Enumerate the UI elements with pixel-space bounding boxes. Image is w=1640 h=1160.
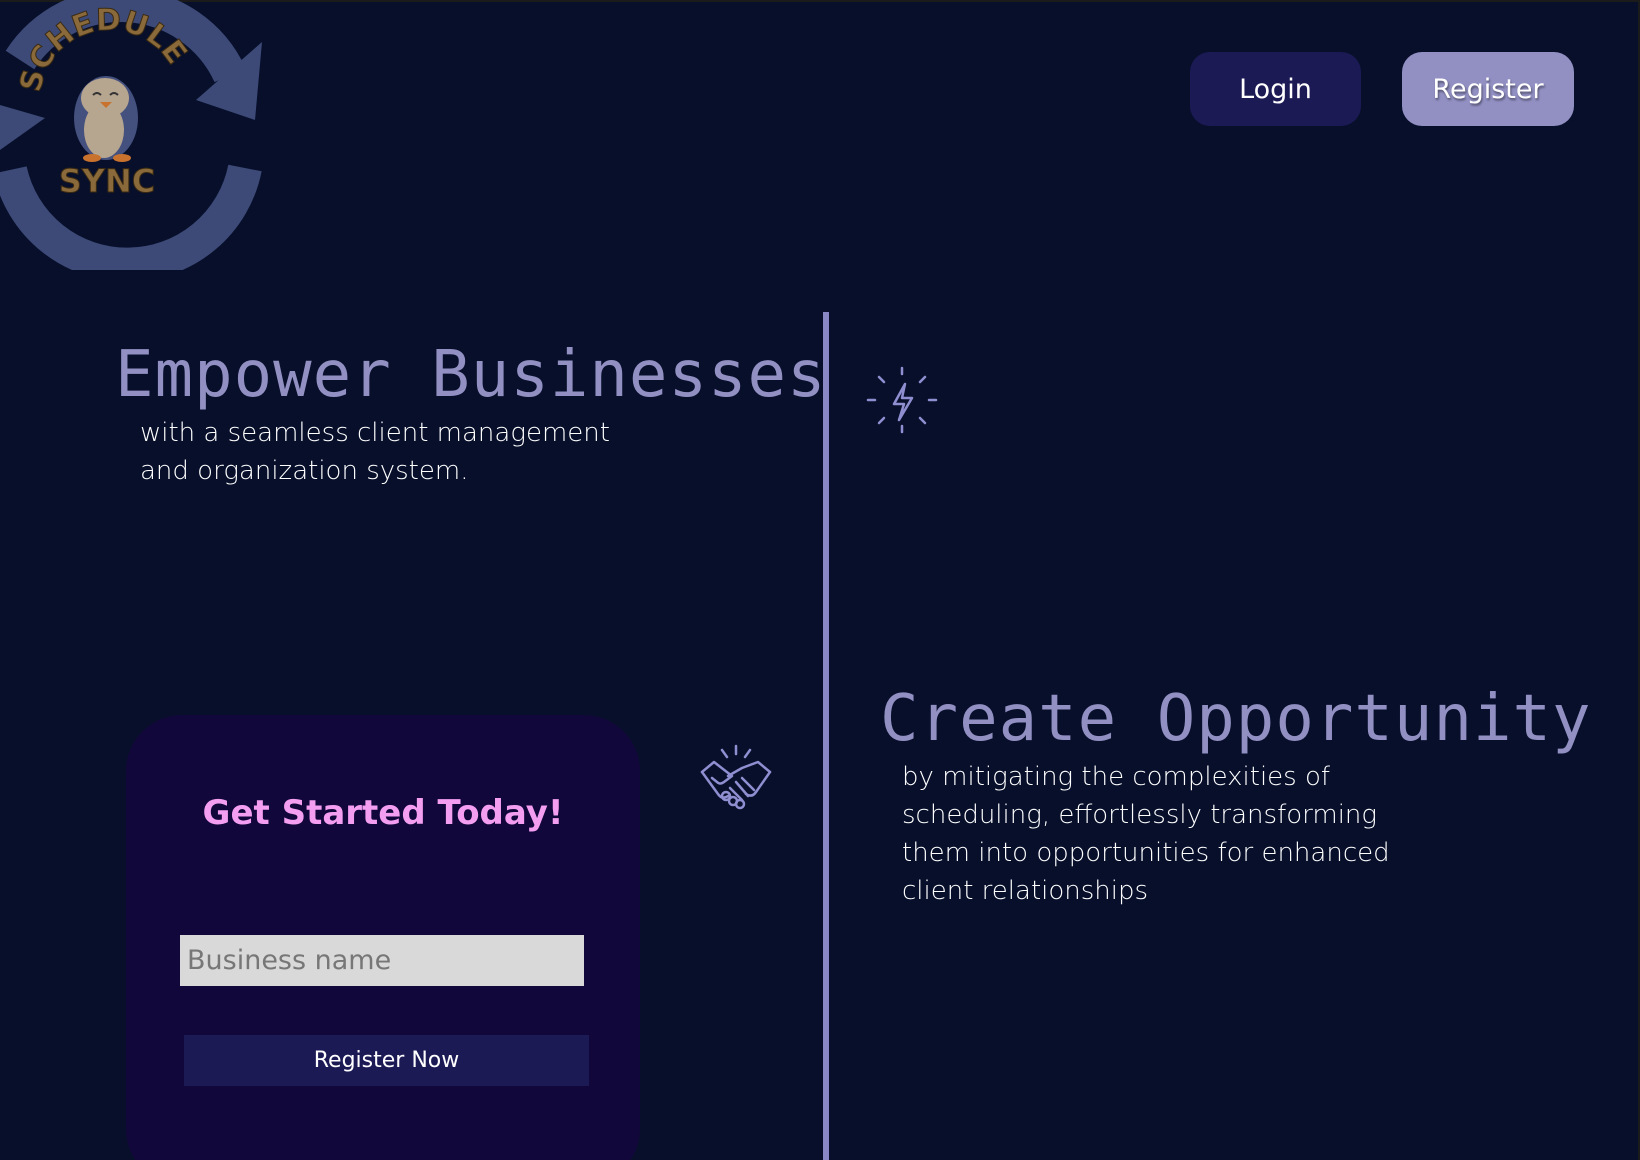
- opportunity-description-line: scheduling, effortlessly transforming: [902, 800, 1378, 830]
- opportunity-description: by mitigating the complexities of schedu…: [902, 758, 1422, 910]
- hero-description: with a seamless client management and or…: [140, 414, 660, 490]
- lightning-bolt-icon: [864, 362, 940, 438]
- vertical-divider: [823, 312, 829, 1160]
- signup-title: Get Started Today!: [202, 793, 564, 833]
- opportunity-description-line: client relationships: [902, 876, 1149, 906]
- signup-card: Get Started Today! Register Now: [126, 715, 640, 1160]
- opportunity-description-line: them into opportunities for enhanced: [902, 838, 1390, 868]
- business-name-input[interactable]: [180, 935, 584, 986]
- hero-heading: Empower Businesses: [115, 338, 827, 412]
- logo-bottom-text: SYNC: [59, 162, 155, 200]
- hero-description-line: and organization system.: [140, 456, 469, 486]
- opportunity-description-line: by mitigating the complexities of: [902, 762, 1331, 792]
- opportunity-heading: Create Opportunity: [880, 682, 1592, 756]
- register-now-button[interactable]: Register Now: [184, 1035, 589, 1086]
- schedule-sync-logo[interactable]: SCHEDULE SYNC: [0, 0, 270, 270]
- login-button[interactable]: Login: [1190, 52, 1361, 126]
- register-button[interactable]: Register: [1402, 52, 1574, 126]
- handshake-icon: [698, 742, 774, 818]
- hero-description-line: with a seamless client management: [140, 418, 610, 448]
